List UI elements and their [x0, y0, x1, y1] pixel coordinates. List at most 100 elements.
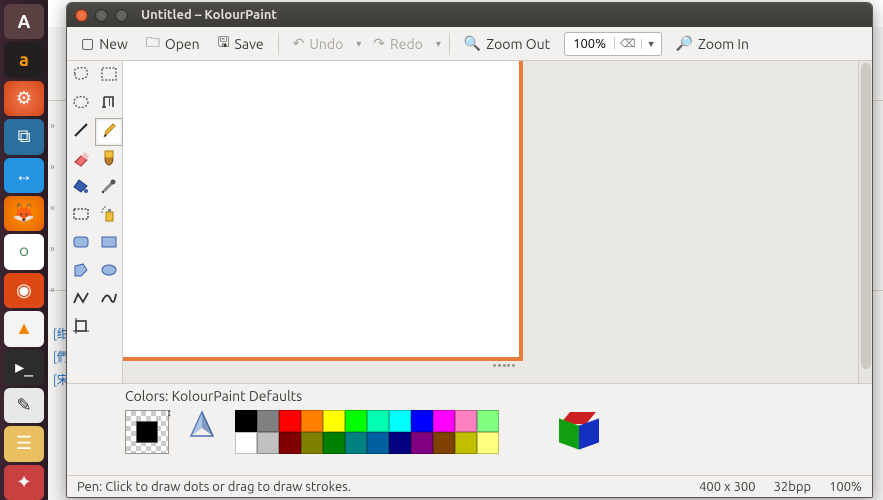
undo-dropdown[interactable]: ▾ [353, 34, 363, 54]
color-swatch[interactable] [455, 432, 477, 454]
color-swatch[interactable] [345, 432, 367, 454]
canvas-resize-grip[interactable] [493, 364, 515, 369]
launcher-item-outlook[interactable]: O [4, 234, 44, 269]
tool-spray[interactable] [95, 202, 123, 230]
color-swatch[interactable] [235, 432, 257, 454]
color-swatch[interactable] [433, 432, 455, 454]
colorbar-label: Colors: KolourPaint Defaults [125, 388, 302, 404]
tool-crop[interactable] [67, 314, 95, 342]
launcher-item-settings[interactable]: ⚙ [4, 81, 44, 116]
launcher-item-terminal[interactable]: ▸_ [4, 350, 44, 385]
save-label: Save [235, 36, 264, 52]
scrollbar-thumb[interactable] [861, 63, 871, 369]
toolbox: I [67, 61, 123, 383]
color-swatch[interactable] [301, 432, 323, 454]
color-swatch[interactable] [323, 432, 345, 454]
tool-rect-select[interactable] [95, 62, 123, 90]
canvas-viewport [123, 61, 872, 383]
color-swatch[interactable] [477, 432, 499, 454]
maximize-button[interactable] [115, 9, 128, 22]
launcher-item-editor[interactable]: ✎ [4, 388, 44, 423]
save-button[interactable]: 🖫 Save [210, 28, 272, 60]
zoom-in-label: Zoom In [698, 36, 749, 52]
new-label: New [99, 36, 128, 52]
kolourpaint-window: Untitled – KolourPaint ▢ New 🗀 Open 🖫 Sa… [66, 2, 873, 498]
color-similarity-icon[interactable] [189, 410, 215, 440]
launcher-item-ubuntu[interactable]: ◉ [4, 273, 44, 308]
tool-connected-lines[interactable] [67, 286, 95, 314]
tool-rect-dashed[interactable] [67, 202, 95, 230]
zoom-clear-icon[interactable]: ⌫ [614, 37, 641, 50]
rounded-rect-icon [71, 232, 91, 256]
tool-curve[interactable] [95, 286, 123, 314]
zoom-in-button[interactable]: 🔎 Zoom In [668, 31, 757, 56]
tool-free-select[interactable] [67, 62, 95, 90]
zoom-combobox[interactable]: 100% ⌫ ▼ [564, 32, 661, 56]
launcher-item-code[interactable]: ⧉ [4, 119, 44, 154]
redo-label: Redo [390, 36, 423, 52]
color-cube-icon[interactable] [559, 412, 601, 454]
color-swatch[interactable] [367, 432, 389, 454]
close-button[interactable] [75, 9, 88, 22]
tool-polygon[interactable] [67, 258, 95, 286]
tool-eraser[interactable] [67, 146, 95, 174]
tool-text[interactable]: I [95, 90, 123, 118]
tool-pen[interactable] [95, 118, 123, 146]
toolbar-separator [278, 33, 279, 55]
color-swatch[interactable] [279, 410, 301, 432]
tool-rounded-rect[interactable] [67, 230, 95, 258]
color-swatch[interactable] [257, 432, 279, 454]
swap-colors-icon[interactable]: ↕ [167, 407, 173, 419]
launcher-item-vlc[interactable]: ▲ [4, 311, 44, 346]
color-swatch[interactable] [455, 410, 477, 432]
redo-dropdown[interactable]: ▾ [433, 34, 443, 54]
color-swatch[interactable] [279, 432, 301, 454]
tool-ellipse[interactable] [95, 258, 123, 286]
canvas[interactable] [123, 61, 523, 361]
launcher-item[interactable]: ✦ [4, 465, 44, 500]
color-swatch[interactable] [345, 410, 367, 432]
color-swatch[interactable] [433, 410, 455, 432]
color-swatch[interactable] [411, 432, 433, 454]
status-zoom: 100% [829, 480, 862, 494]
color-swatch[interactable] [389, 432, 411, 454]
launcher-item[interactable]: A [4, 4, 44, 39]
color-swatch[interactable] [323, 410, 345, 432]
zoom-value: 100% [565, 37, 614, 51]
tool-brush[interactable] [95, 146, 123, 174]
redo-button[interactable]: ↷ Redo [365, 31, 431, 56]
brush-icon [99, 148, 119, 172]
undo-button[interactable]: ↶ Undo [285, 31, 352, 56]
color-swatch[interactable] [477, 410, 499, 432]
zoom-dropdown-icon[interactable]: ▼ [641, 39, 661, 49]
launcher-item-firefox[interactable]: 🦊 [4, 196, 44, 231]
undo-label: Undo [309, 36, 343, 52]
tool-color-picker[interactable] [95, 174, 123, 202]
crop-icon [71, 316, 91, 340]
titlebar[interactable]: Untitled – KolourPaint [67, 3, 872, 27]
color-swatch[interactable] [389, 410, 411, 432]
color-swatch[interactable] [257, 410, 279, 432]
rect-dashed-icon [71, 204, 91, 228]
launcher-item-amazon[interactable]: a [4, 42, 44, 77]
color-swatch[interactable] [411, 410, 433, 432]
color-swatch[interactable] [367, 410, 389, 432]
tool-rectangle[interactable] [95, 230, 123, 258]
minimize-button[interactable] [95, 9, 108, 22]
tool-line[interactable] [67, 118, 95, 146]
tool-ellipse-select[interactable] [67, 90, 95, 118]
launcher-item[interactable]: ☰ [4, 426, 44, 461]
color-picker-icon [99, 176, 119, 200]
tool-fill[interactable] [67, 174, 95, 202]
color-swatch[interactable] [301, 410, 323, 432]
color-swatch[interactable] [235, 410, 257, 432]
ubuntu-launcher: A a ⚙ ⧉ ↔ 🦊 O ◉ ▲ ▸_ ✎ ☰ ✦ [0, 0, 48, 500]
vertical-scrollbar[interactable] [858, 61, 872, 383]
launcher-item-teamviewer[interactable]: ↔ [4, 158, 44, 193]
zoom-out-button[interactable]: 🔍 Zoom Out [456, 31, 558, 56]
open-button[interactable]: 🗀 Open [138, 28, 208, 60]
zoom-in-icon: 🔎 [676, 35, 693, 52]
fg-bg-swatch[interactable]: ↕ [125, 410, 169, 454]
foreground-swatch[interactable] [136, 421, 158, 443]
new-button[interactable]: ▢ New [73, 31, 136, 56]
